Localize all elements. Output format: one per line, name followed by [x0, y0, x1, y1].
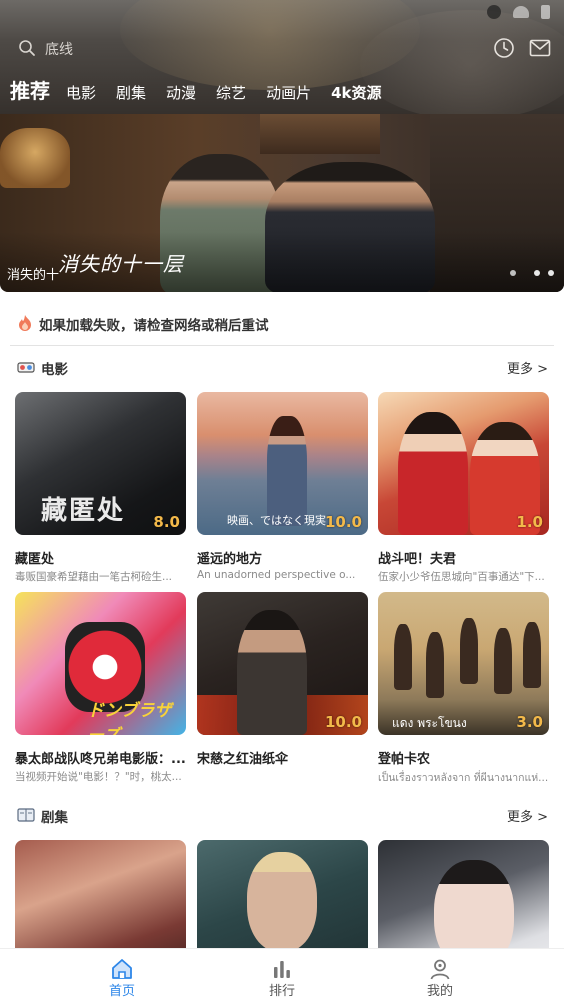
tab-recommend[interactable]: 推荐: [10, 78, 50, 104]
poster-figure: [398, 412, 468, 535]
search-input[interactable]: 底线: [45, 39, 73, 59]
movie-description: เป็นเรื่องราวหลังจาก ที่ผีนางนากแห่...: [378, 772, 549, 784]
movie-poster[interactable]: 1.0: [378, 392, 549, 535]
notification-icon: [487, 5, 501, 19]
movie-poster[interactable]: 映画、ではなく現実 10.0: [197, 392, 368, 535]
category-tabs: 推荐 电影 剧集 动漫 综艺 动画片 4k资源: [10, 74, 402, 104]
movie-title: 暴太郎战队咚兄弟电影版：...: [15, 752, 186, 767]
poster-figure: [394, 624, 412, 690]
movie-card[interactable]: 藏匿处 8.0 藏匿处 毒贩国豪希望藉由一笔古柯硷生...: [15, 392, 186, 583]
status-bar: [487, 2, 550, 22]
more-link[interactable]: 更多 >: [507, 806, 548, 825]
banner-pager: [510, 270, 554, 276]
movie-title: 宋慈之红油纸伞: [197, 752, 289, 767]
top-header: 底线 推荐 电影 剧集 动漫 综艺 动画片 4k资源: [0, 0, 564, 115]
poster-title: แดง พระโขนง: [392, 716, 467, 730]
rating-score: 10.0: [324, 513, 362, 531]
nav-label: 我的: [426, 984, 453, 999]
movie-card[interactable]: 映画、ではなく現実 10.0 遥远的地方 An unadorned perspe…: [197, 392, 368, 581]
pager-dot[interactable]: [510, 270, 516, 276]
history-icon[interactable]: [493, 37, 515, 59]
message-icon[interactable]: [529, 38, 551, 58]
network-notice: 如果加载失败，请检查网络或稍后重试: [0, 300, 564, 346]
poster-figure: [247, 852, 317, 952]
movie-poster[interactable]: ドンブラザーズ: [15, 592, 186, 735]
nav-profile[interactable]: 我的: [346, 949, 534, 1002]
poster-caption: 映画、ではなく現実: [227, 514, 326, 527]
home-icon: [112, 959, 132, 979]
more-link[interactable]: 更多 >: [507, 358, 548, 377]
pager-dot[interactable]: [534, 270, 540, 276]
rating-score: 10.0: [324, 713, 362, 731]
movie-card[interactable]: แดง พระโขนง 3.0 登帕卡农 เป็นเรื่องราวหลังจา…: [378, 592, 549, 784]
flame-icon: [19, 315, 31, 331]
movie-card[interactable]: 1.0 战斗吧！夫君 伍家小少爷伍思城向"百事通达"下...: [378, 392, 549, 583]
ranking-icon: [274, 961, 290, 978]
tab-variety[interactable]: 综艺: [216, 82, 246, 104]
movie-description: 当视频开始说"电影！？"时，桃太...: [15, 771, 182, 783]
divider: [10, 345, 554, 346]
banner-background: [260, 114, 380, 154]
rating-score: 8.0: [153, 513, 180, 531]
tab-movies[interactable]: 电影: [66, 82, 96, 104]
poster-title: ドンブラザーズ: [87, 701, 172, 735]
book-icon: [17, 808, 35, 822]
poster-figure: [523, 622, 541, 688]
movie-title: 藏匿处: [15, 552, 55, 567]
poster-figure: [267, 416, 307, 526]
section-header-movies: 电影 更多 >: [0, 356, 564, 380]
movie-card[interactable]: 10.0 宋慈之红油纸伞: [197, 592, 368, 767]
pager-dot[interactable]: [548, 270, 554, 276]
poster-figure: [460, 618, 478, 684]
movie-poster[interactable]: แดง พระโขนง 3.0: [378, 592, 549, 735]
glasses-icon: [17, 362, 35, 373]
section-title: 剧集: [41, 810, 68, 826]
notice-text: 如果加载失败，请检查网络或稍后重试: [39, 318, 269, 334]
movie-description: 毒贩国豪希望藉由一笔古柯硷生...: [15, 571, 173, 583]
movie-poster[interactable]: 10.0: [197, 592, 368, 735]
section-title: 电影: [41, 362, 68, 378]
tab-series[interactable]: 剧集: [116, 82, 146, 104]
section-header-series: 剧集 更多 >: [0, 804, 564, 828]
movie-description: An unadorned perspective o...: [197, 569, 356, 581]
search-icon: [19, 40, 35, 56]
search-bar[interactable]: 底线: [0, 30, 564, 66]
banner-title: 消失的十: [7, 268, 60, 283]
rating-score: 1.0: [516, 513, 543, 531]
banner-logo: 消失的十一层: [58, 252, 184, 276]
battery-icon: [541, 5, 550, 19]
bottom-navigation: 首页 排行 我的: [0, 948, 564, 1002]
rating-score: 3.0: [516, 713, 543, 731]
movie-description: 伍家小少爷伍思城向"百事通达"下...: [378, 571, 545, 583]
tab-4k[interactable]: 4k资源: [331, 82, 381, 104]
movie-title: 遥远的地方: [197, 552, 263, 567]
poster-figure: [494, 628, 512, 694]
movie-poster[interactable]: 藏匿处 8.0: [15, 392, 186, 535]
poster-title: 藏匿处: [41, 496, 126, 526]
tab-cartoon[interactable]: 动画片: [266, 82, 311, 104]
profile-icon: [430, 959, 450, 980]
poster-figure: [237, 610, 307, 735]
hero-banner[interactable]: 消失的十 消失的十一层: [0, 114, 564, 292]
tab-anime[interactable]: 动漫: [166, 82, 196, 104]
movie-title: 战斗吧！夫君: [378, 552, 457, 567]
movie-title: 登帕卡农: [378, 752, 431, 767]
poster-figure: [426, 632, 444, 698]
wifi-icon: [513, 6, 529, 18]
movie-card[interactable]: ドンブラザーズ 暴太郎战队咚兄弟电影版：... 当视频开始说"电影！？"时，桃太…: [15, 592, 186, 783]
banner-lamp: [0, 128, 70, 188]
